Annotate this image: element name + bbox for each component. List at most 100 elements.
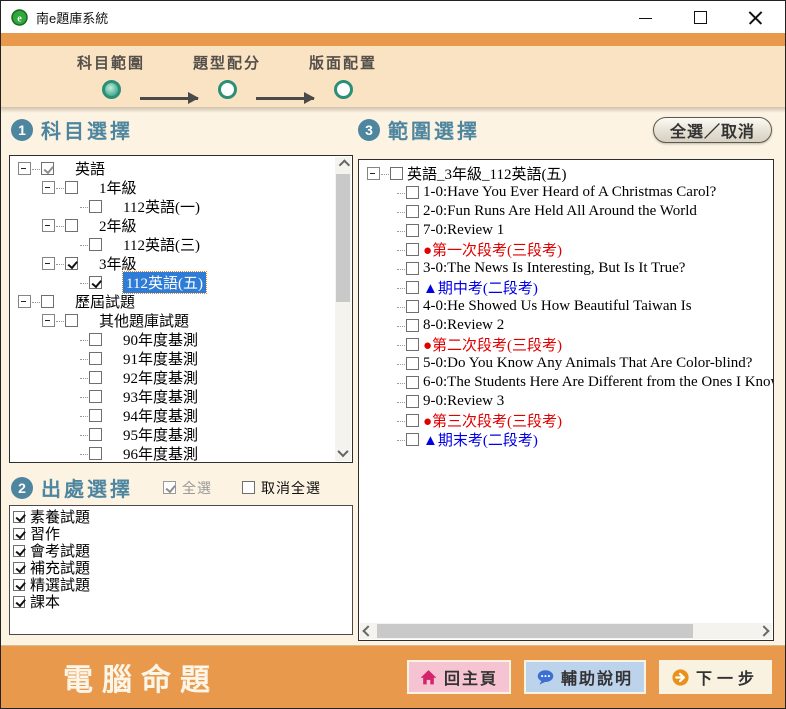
tree-item[interactable]: ●第二次段考(三段考) xyxy=(365,335,769,354)
list-item[interactable]: 素養試題 xyxy=(13,508,349,525)
tree-item-checkbox[interactable] xyxy=(65,219,78,232)
expand-toggle-icon[interactable] xyxy=(367,167,380,180)
tree-item-checkbox[interactable] xyxy=(406,433,419,446)
scroll-right-button[interactable] xyxy=(756,623,772,639)
tree-item-checkbox[interactable] xyxy=(406,395,419,408)
vertical-scrollbar[interactable] xyxy=(335,157,351,461)
tree-item-checkbox[interactable] xyxy=(41,162,54,175)
tree-item-label[interactable]: 4-0:He Showed Us How Beautiful Taiwan Is xyxy=(423,298,692,315)
tree-item-checkbox[interactable] xyxy=(89,390,102,403)
tree-item-label[interactable]: 英語_3年級_112英語(五) xyxy=(407,163,566,184)
tree-item[interactable]: 2年級 xyxy=(16,216,332,235)
expand-toggle-icon[interactable] xyxy=(42,257,55,270)
tree-item[interactable]: 1-0:Have You Ever Heard of A Christmas C… xyxy=(365,183,769,202)
tree-item-checkbox[interactable] xyxy=(89,447,102,460)
tree-item-checkbox[interactable] xyxy=(65,181,78,194)
tree-item-checkbox[interactable] xyxy=(406,338,419,351)
tree-item-checkbox[interactable] xyxy=(406,205,419,218)
select-all-checkbox[interactable] xyxy=(163,481,176,494)
tree-item-label[interactable]: ●第一次段考(三段考) xyxy=(423,239,562,260)
tree-item[interactable]: 英語_3年級_112英語(五) xyxy=(365,164,769,183)
tree-item-label[interactable]: 1-0:Have You Ever Heard of A Christmas C… xyxy=(423,184,716,201)
tree-item-checkbox[interactable] xyxy=(89,409,102,422)
tree-item-label[interactable]: 3-0:The News Is Interesting, But Is It T… xyxy=(423,260,685,277)
tree-item[interactable]: 3-0:The News Is Interesting, But Is It T… xyxy=(365,259,769,278)
tree-item-label[interactable]: 歷屆試題 xyxy=(75,291,135,312)
tree-item-label[interactable]: 1年級 xyxy=(99,177,137,198)
expand-toggle-icon[interactable] xyxy=(42,219,55,232)
tree-item-label[interactable]: 91年度基測 xyxy=(123,348,198,369)
tree-item-checkbox[interactable] xyxy=(406,281,419,294)
list-item-checkbox[interactable] xyxy=(13,511,25,523)
tree-item-label[interactable]: 9-0:Review 3 xyxy=(423,393,504,410)
tree-item-label[interactable]: 其他題庫試題 xyxy=(99,310,189,331)
tree-item-checkbox[interactable] xyxy=(41,295,54,308)
expand-toggle-icon[interactable] xyxy=(18,162,31,175)
tree-item[interactable]: 112英語(五) xyxy=(16,273,332,292)
tree-item-label[interactable]: 英語 xyxy=(75,158,105,179)
tree-item-checkbox[interactable] xyxy=(406,300,419,313)
expand-toggle-icon[interactable] xyxy=(18,295,31,308)
tree-item-label[interactable]: 112英語(三) xyxy=(123,234,200,255)
tree-item-checkbox[interactable] xyxy=(65,314,78,327)
minimize-button[interactable] xyxy=(638,10,653,25)
tree-item-label[interactable]: 112英語(五) xyxy=(123,272,206,293)
tree-item[interactable]: 英語 xyxy=(16,159,332,178)
tree-item-checkbox[interactable] xyxy=(65,257,78,270)
tree-item-label[interactable]: 7-0:Review 1 xyxy=(423,222,504,239)
tree-item-checkbox[interactable] xyxy=(89,238,102,251)
list-item-checkbox[interactable] xyxy=(13,562,25,574)
expand-toggle-icon[interactable] xyxy=(42,314,55,327)
scroll-down-button[interactable] xyxy=(335,445,351,461)
tree-item[interactable]: 歷屆試題 xyxy=(16,292,332,311)
select-all-checkbox-group[interactable]: 全選 xyxy=(163,478,212,498)
tree-item[interactable]: 93年度基測 xyxy=(16,387,332,406)
close-button[interactable] xyxy=(748,10,763,25)
scroll-left-button[interactable] xyxy=(360,623,376,639)
tree-item-label[interactable]: 93年度基測 xyxy=(123,386,198,407)
list-item[interactable]: 課本 xyxy=(13,593,349,610)
tree-item-checkbox[interactable] xyxy=(406,357,419,370)
tree-item-checkbox[interactable] xyxy=(406,224,419,237)
tree-item-label[interactable]: 5-0:Do You Know Any Animals That Are Col… xyxy=(423,355,752,372)
tree-item[interactable]: 7-0:Review 1 xyxy=(365,221,769,240)
tree-item-checkbox[interactable] xyxy=(89,333,102,346)
tree-item-label[interactable]: 95年度基測 xyxy=(123,424,198,445)
tree-item-label[interactable]: ▲期中考(二段考) xyxy=(423,277,538,298)
home-button[interactable]: 回主頁 xyxy=(407,660,511,694)
tree-item[interactable]: 112英語(三) xyxy=(16,235,332,254)
tree-item-checkbox[interactable] xyxy=(390,167,403,180)
tree-item-label[interactable]: 96年度基測 xyxy=(123,443,198,462)
tree-item-label[interactable]: ●第二次段考(三段考) xyxy=(423,334,562,355)
tree-item-checkbox[interactable] xyxy=(406,376,419,389)
tree-item[interactable]: 95年度基測 xyxy=(16,425,332,444)
deselect-all-checkbox[interactable] xyxy=(242,481,255,494)
tree-item-checkbox[interactable] xyxy=(89,352,102,365)
next-step-button[interactable]: 下一步 xyxy=(659,660,772,694)
tree-item[interactable]: 92年度基測 xyxy=(16,368,332,387)
tree-item-checkbox[interactable] xyxy=(89,200,102,213)
tree-item-label[interactable]: 2年級 xyxy=(99,215,137,236)
tree-item-checkbox[interactable] xyxy=(406,186,419,199)
horizontal-scrollbar[interactable] xyxy=(360,623,772,639)
tree-item-label[interactable]: 112英語(一) xyxy=(123,196,200,217)
deselect-all-checkbox-group[interactable]: 取消全選 xyxy=(242,478,321,498)
tree-item-label[interactable]: 8-0:Review 2 xyxy=(423,317,504,334)
tree-item[interactable]: 6-0:The Students Here Are Different from… xyxy=(365,373,769,392)
tree-item-label[interactable]: ●第三次段考(三段考) xyxy=(423,410,562,431)
tree-item[interactable]: 8-0:Review 2 xyxy=(365,316,769,335)
tree-item[interactable]: 4-0:He Showed Us How Beautiful Taiwan Is xyxy=(365,297,769,316)
tree-item[interactable]: 3年級 xyxy=(16,254,332,273)
scroll-up-button[interactable] xyxy=(335,157,351,173)
select-toggle-all-button[interactable]: 全選／取消 xyxy=(653,117,772,143)
tree-item-checkbox[interactable] xyxy=(406,319,419,332)
tree-item-label[interactable]: 90年度基測 xyxy=(123,329,198,350)
tree-item-checkbox[interactable] xyxy=(89,428,102,441)
tree-item-label[interactable]: 94年度基測 xyxy=(123,405,198,426)
maximize-button[interactable] xyxy=(693,10,708,25)
tree-item-checkbox[interactable] xyxy=(406,414,419,427)
tree-item[interactable]: 112英語(一) xyxy=(16,197,332,216)
tree-item[interactable]: 1年級 xyxy=(16,178,332,197)
tree-item-label[interactable]: 6-0:The Students Here Are Different from… xyxy=(423,374,773,391)
tree-item[interactable]: ▲期末考(二段考) xyxy=(365,430,769,449)
